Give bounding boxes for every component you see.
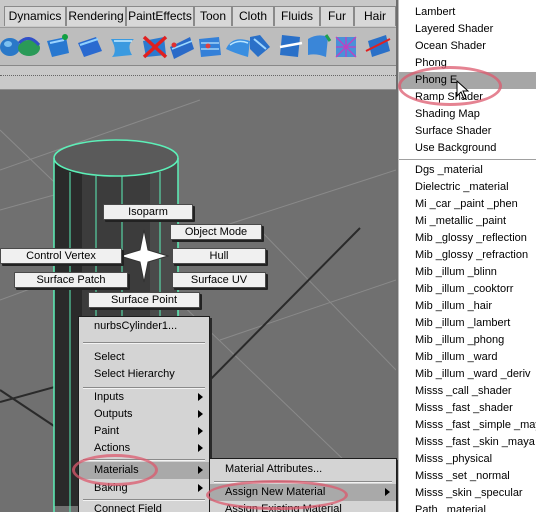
shader-phong[interactable]: Phong	[399, 55, 536, 72]
paint-label: Paint	[94, 425, 120, 437]
inputs-item[interactable]: Inputs	[79, 389, 209, 406]
outputs-item[interactable]: Outputs	[79, 406, 209, 423]
inputs-label: Inputs	[94, 391, 124, 403]
mouse-cursor-icon	[456, 80, 470, 100]
list-item[interactable]: Mib _illum _blinn	[399, 264, 536, 281]
shelf-icon-bar	[0, 28, 396, 66]
paint-item[interactable]: Paint	[79, 423, 209, 440]
connect-field-item[interactable]: Connect Field	[79, 501, 209, 512]
list-item[interactable]: Mib _illum _ward	[399, 349, 536, 366]
list-item[interactable]: Dielectric _material	[399, 179, 536, 196]
surface-icon[interactable]	[246, 31, 274, 61]
curve-tool-icon[interactable]	[15, 31, 43, 61]
strip-divider	[0, 75, 396, 79]
submenu-arrow-icon	[198, 393, 203, 401]
surface-icon[interactable]	[108, 31, 136, 61]
list-item[interactable]: Mib _glossy _refraction	[399, 247, 536, 264]
shelf-tab-bar: Dynamics Rendering PaintEffects Toon Clo…	[0, 0, 396, 28]
surface-uv-button[interactable]: Surface UV	[172, 272, 266, 288]
select-hierarchy-item[interactable]: Select Hierarchy	[79, 366, 209, 383]
list-item[interactable]: Misss _fast _simple _maya	[399, 417, 536, 434]
list-item[interactable]: Mib _illum _cooktorr	[399, 281, 536, 298]
tab-toon[interactable]: Toon	[194, 6, 232, 26]
assign-new-material-item[interactable]: Assign New Material	[210, 484, 396, 501]
surface-icon[interactable]	[364, 31, 392, 61]
tab-hair[interactable]: Hair	[354, 6, 396, 26]
list-item[interactable]: Misss _physical	[399, 451, 536, 468]
materials-label: Materials	[94, 464, 139, 476]
surface-icon[interactable]	[304, 31, 332, 61]
surface-point-button[interactable]: Surface Point	[88, 292, 200, 308]
shader-surface[interactable]: Surface Shader	[399, 123, 536, 140]
materials-item[interactable]: Materials	[79, 462, 209, 479]
delete-surface-icon[interactable]	[140, 31, 168, 61]
submenu-arrow-icon	[198, 427, 203, 435]
list-item[interactable]: Mi _car _paint _phen	[399, 196, 536, 213]
materials-submenu: Material Attributes... Assign New Materi…	[209, 458, 397, 512]
shelf-separator-strip	[0, 66, 396, 90]
object-name-item[interactable]: nurbsCylinder1...	[79, 318, 209, 335]
outputs-label: Outputs	[94, 408, 133, 420]
tab-fur[interactable]: Fur	[320, 6, 354, 26]
list-item[interactable]: Misss _fast _skin _maya	[399, 434, 536, 451]
assign-existing-material-item[interactable]: Assign Existing Material	[210, 501, 396, 512]
menu-divider	[214, 481, 392, 483]
submenu-arrow-icon	[198, 484, 203, 492]
surface-patch-button[interactable]: Surface Patch	[14, 272, 128, 288]
isoparm-button[interactable]: Isoparm	[103, 204, 193, 220]
tab-cloth[interactable]: Cloth	[232, 6, 274, 26]
list-item[interactable]: Mib _illum _ward _deriv	[399, 366, 536, 383]
list-item[interactable]: Misss _set _normal	[399, 468, 536, 485]
surface-icon[interactable]	[276, 31, 304, 61]
shader-lambert[interactable]: Lambert	[399, 4, 536, 21]
shader-ocean[interactable]: Ocean Shader	[399, 38, 536, 55]
baking-label: Baking	[94, 482, 128, 494]
tab-fluids[interactable]: Fluids	[274, 6, 320, 26]
surface-icon[interactable]	[168, 31, 196, 61]
list-item[interactable]: Mi _metallic _paint	[399, 213, 536, 230]
list-item[interactable]: Mib _illum _hair	[399, 298, 536, 315]
surface-icon[interactable]	[332, 31, 360, 61]
context-menu: nurbsCylinder1... Select Select Hierarch…	[78, 316, 210, 512]
surface-icon[interactable]	[196, 31, 224, 61]
submenu-arrow-icon	[385, 488, 390, 496]
list-item[interactable]: Misss _call _shader	[399, 383, 536, 400]
list-item[interactable]: Mib _illum _phong	[399, 332, 536, 349]
object-mode-button[interactable]: Object Mode	[170, 224, 262, 240]
submenu-arrow-icon	[198, 444, 203, 452]
actions-label: Actions	[94, 442, 131, 454]
list-item[interactable]: Dgs _material	[399, 162, 536, 179]
material-attributes-item[interactable]: Material Attributes...	[210, 461, 396, 478]
control-vertex-button[interactable]: Control Vertex	[0, 248, 122, 264]
menu-divider	[83, 342, 205, 344]
shader-shading-map[interactable]: Shading Map	[399, 106, 536, 123]
submenu-arrow-icon	[198, 410, 203, 418]
shader-type-list: Lambert Layered Shader Ocean Shader Phon…	[398, 0, 536, 512]
tab-rendering[interactable]: Rendering	[66, 6, 126, 26]
actions-item[interactable]: Actions	[79, 440, 209, 457]
hull-button[interactable]: Hull	[172, 248, 266, 264]
shader-use-background[interactable]: Use Background	[399, 140, 536, 157]
shader-layered[interactable]: Layered Shader	[399, 21, 536, 38]
list-item[interactable]: Path _material	[399, 502, 536, 512]
tab-painteffects[interactable]: PaintEffects	[126, 6, 194, 26]
surface-icon[interactable]	[76, 31, 104, 61]
list-item[interactable]: Misss _fast _shader	[399, 400, 536, 417]
baking-item[interactable]: Baking	[79, 480, 209, 497]
tab-dynamics[interactable]: Dynamics	[4, 6, 66, 26]
list-item[interactable]: Misss _skin _specular	[399, 485, 536, 502]
list-item[interactable]: Mib _illum _lambert	[399, 315, 536, 332]
surface-icon[interactable]	[44, 31, 72, 61]
select-item[interactable]: Select	[79, 349, 209, 366]
menu-divider	[83, 459, 205, 461]
submenu-arrow-icon	[198, 466, 203, 474]
list-item[interactable]: Mib _glossy _reflection	[399, 230, 536, 247]
list-divider	[399, 159, 536, 160]
assign-new-material-label: Assign New Material	[225, 486, 326, 498]
